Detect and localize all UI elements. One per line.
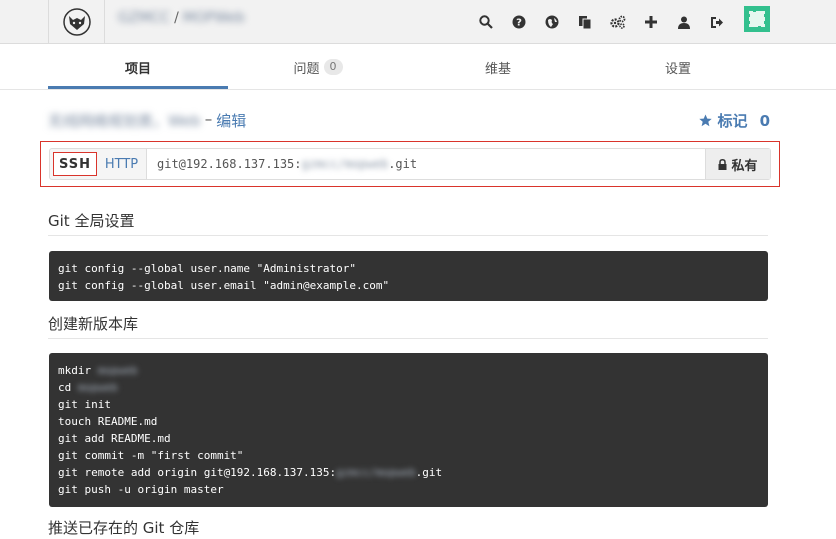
search-icon[interactable] — [477, 13, 495, 31]
code-line: git config --global user.email "admin@ex… — [58, 279, 390, 292]
breadcrumb-separator: / — [174, 10, 179, 26]
section-title-new-repo: 创建新版本库 — [48, 313, 768, 339]
tab-project[interactable]: 项目 — [48, 45, 228, 89]
code-blurred-text: mopweb — [97, 364, 138, 377]
admin-gears-icon[interactable] — [609, 13, 627, 31]
star-button[interactable]: 标记 0 — [698, 110, 770, 131]
top-navbar: GZMCC / MOPWeb ? — [0, 0, 836, 44]
project-description-row: 无线网络规划类，Web – 编辑 标记 0 — [48, 108, 770, 132]
code-line: git config --global user.name "Administr… — [58, 262, 357, 275]
star-icon — [698, 114, 712, 127]
code-line: git push -u origin master — [58, 483, 224, 496]
code-blurred-text: gzmcc/mopweb — [336, 466, 416, 479]
clone-url-suffix: .git — [388, 157, 418, 171]
breadcrumb: GZMCC / MOPWeb — [118, 10, 245, 26]
clone-url-prefix: git@192.168.137.135: — [157, 157, 302, 171]
code-text: mkdir — [58, 364, 98, 377]
tab-settings[interactable]: 设置 — [588, 45, 768, 89]
code-line: touch README.md — [58, 415, 158, 428]
description-dash: – — [204, 110, 213, 128]
star-label: 标记 — [717, 112, 748, 130]
http-button[interactable]: HTTP — [97, 149, 147, 179]
tab-label: 设置 — [664, 61, 691, 77]
clone-url-bar: SSH HTTP git@192.168.137.135: gzmcc/mopw… — [49, 148, 771, 180]
lock-icon — [718, 158, 727, 170]
breadcrumb-group[interactable]: GZMCC — [118, 10, 170, 26]
tab-label: 项目 — [124, 61, 151, 77]
fox-logo-icon — [62, 8, 91, 36]
help-icon[interactable]: ? — [510, 13, 528, 31]
gitlab-logo[interactable] — [48, 0, 105, 44]
svg-text:?: ? — [516, 18, 522, 29]
user-icon[interactable] — [675, 13, 693, 31]
clone-url-field[interactable]: git@192.168.137.135: gzmcc/mopweb .git — [147, 149, 706, 179]
project-tabs: 项目 问题 0 维基 设置 — [48, 45, 768, 89]
tab-issues[interactable]: 问题 0 — [228, 45, 408, 89]
copy-icon[interactable] — [576, 13, 594, 31]
issues-count-badge: 0 — [323, 59, 343, 75]
tab-wiki[interactable]: 维基 — [408, 45, 588, 89]
clone-url-path: gzmcc/mopweb — [301, 157, 389, 171]
code-text: .git — [415, 466, 443, 479]
code-block-global-setup: git config --global user.name "Administr… — [49, 251, 768, 301]
description-text: 无线网络规划类，Web — [48, 112, 201, 130]
code-line: git commit -m "first commit" — [58, 449, 244, 462]
avatar[interactable] — [744, 6, 770, 32]
code-line: git init — [58, 398, 111, 411]
section-title-global-setup: Git 全局设置 — [48, 210, 768, 236]
sign-out-icon[interactable] — [708, 13, 726, 31]
edit-description-link[interactable]: 编辑 — [216, 110, 246, 131]
clone-highlight-box: SSH HTTP git@192.168.137.135: gzmcc/mopw… — [40, 141, 780, 187]
tab-label: 维基 — [484, 61, 511, 77]
code-line: git remote add origin git@192.168.137.13… — [58, 464, 759, 481]
star-count: 0 — [759, 111, 770, 130]
nav-icon-bar: ? — [477, 0, 726, 44]
project-description: 无线网络规划类，Web – 编辑 — [48, 110, 246, 131]
code-blurred-text: mopweb — [77, 381, 118, 394]
tab-label: 问题 — [293, 61, 320, 77]
code-text: git remote add origin git@192.168.137.13… — [58, 466, 337, 479]
ssh-button[interactable]: SSH — [53, 152, 97, 176]
plus-icon[interactable] — [642, 13, 660, 31]
code-line: git add README.md — [58, 432, 171, 445]
code-line: cd mopweb — [58, 379, 759, 396]
code-line: mkdir mopweb — [58, 362, 759, 379]
code-text: cd — [58, 381, 78, 394]
tabs-divider — [0, 89, 836, 90]
globe-icon[interactable] — [543, 13, 561, 31]
breadcrumb-project[interactable]: MOPWeb — [183, 10, 245, 26]
section-title-existing-repo: 推送已存在的 Git 仓库 — [48, 519, 200, 537]
visibility-label: 私有 — [731, 158, 758, 174]
code-block-new-repo: mkdir mopweb cd mopweb git init touch RE… — [49, 353, 768, 507]
visibility-private-button[interactable]: 私有 — [706, 149, 770, 179]
